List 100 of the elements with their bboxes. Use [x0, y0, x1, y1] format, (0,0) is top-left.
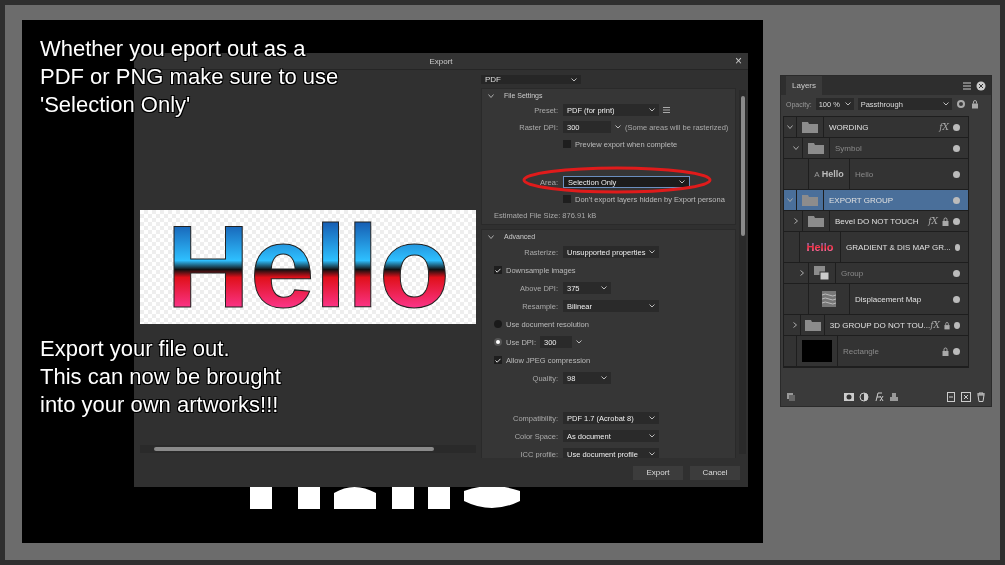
chevron-icon [649, 250, 655, 254]
folder-icon [804, 319, 821, 331]
chevron-icon [649, 416, 655, 420]
layer-row[interactable]: Displacement Map [784, 284, 968, 315]
visibility-dot[interactable] [953, 217, 960, 225]
layer-row[interactable]: A Hello Hello [784, 159, 968, 190]
mask-icon[interactable] [843, 392, 854, 402]
rectangle-thumbnail [802, 340, 832, 362]
visibility-dot[interactable] [953, 321, 960, 329]
checkbox[interactable] [494, 266, 502, 274]
caret-icon [787, 123, 793, 130]
settings-icon[interactable] [955, 99, 966, 109]
adjustment-icon[interactable] [858, 392, 869, 402]
chevron-icon [601, 286, 607, 290]
visibility-dot[interactable] [953, 347, 960, 355]
visibility-dot[interactable] [954, 243, 960, 251]
caret-icon [792, 321, 799, 328]
layer-row[interactable]: 3D GROUP DO NOT TOU...fX [784, 315, 968, 336]
expand-toggle[interactable] [787, 196, 793, 204]
layers-icon[interactable] [786, 392, 796, 402]
horizontal-scrollbar[interactable] [140, 445, 476, 453]
vertical-scrollbar[interactable] [739, 90, 746, 454]
dialog-title: Export [429, 56, 453, 66]
chevron-icon [844, 102, 851, 106]
thumbnail-text: Hello [821, 169, 844, 179]
radio-button[interactable] [494, 338, 502, 346]
group-icon [814, 266, 830, 280]
layer-name: Hello [854, 169, 875, 179]
layer-name: GRADIENT & DIS MAP GR... [845, 242, 951, 252]
checkmark-icon [495, 267, 501, 273]
expand-toggle[interactable] [799, 269, 805, 277]
folder-icon [808, 142, 824, 154]
chevron-icon [615, 125, 621, 129]
menu-icon[interactable] [663, 107, 670, 113]
expand-toggle[interactable] [793, 144, 799, 152]
effects-label: fX [930, 320, 940, 330]
effects-label: fX [939, 122, 949, 132]
lock-icon[interactable] [969, 99, 980, 109]
layer-name: EXPORT GROUP [828, 195, 895, 205]
layer-name: Bevel DO NOT TOUCH [834, 216, 920, 226]
preview-artwork: Hello [148, 215, 468, 319]
menu-icon[interactable] [962, 80, 972, 91]
layer-name: WORDING [828, 122, 870, 132]
checkbox[interactable] [563, 140, 571, 148]
caret-icon [799, 269, 805, 276]
caption-text: Whether you eport out as a PDF or PNG make sure to use 'Selection Only' [40, 35, 339, 119]
visibility-dot[interactable] [953, 144, 960, 152]
checkbox[interactable] [563, 195, 571, 203]
layer-row[interactable]: Hello GRADIENT & DIS MAP GR... [784, 232, 968, 263]
close-icon[interactable] [976, 80, 986, 91]
format-dropdown[interactable]: PDF [481, 75, 581, 84]
visibility-dot[interactable] [953, 170, 960, 178]
layer-row[interactable]: Group [784, 263, 968, 284]
layer-row[interactable]: EXPORT GROUP [784, 190, 968, 211]
visibility-dot[interactable] [953, 196, 960, 204]
expand-toggle[interactable] [792, 321, 799, 329]
caret-icon [787, 196, 793, 203]
caption-text: Export your file out. This can now be brought into your own artworks!!! [40, 335, 281, 419]
chevron-icon [649, 452, 655, 456]
expand-toggle[interactable] [793, 217, 799, 225]
layer-row[interactable]: Bevel DO NOT TOUCH fX [784, 211, 968, 232]
chevron-icon [649, 434, 655, 438]
expand-toggle[interactable] [787, 123, 793, 131]
group-icon[interactable] [961, 392, 971, 402]
cancel-button[interactable]: Cancel [690, 465, 740, 480]
panel-tab[interactable]: Layers [786, 76, 822, 95]
layer-name: Symbol [834, 143, 863, 153]
visibility-dot[interactable] [953, 269, 960, 277]
caret-icon [488, 92, 494, 99]
stamp-icon[interactable] [888, 392, 899, 402]
layer-name: 3D GROUP DO NOT TOU... [828, 320, 931, 330]
text-layer-glyph: A [814, 169, 820, 179]
wave-pattern-icon [822, 291, 836, 307]
caret-icon [793, 144, 799, 151]
effects-label: fX [928, 216, 938, 226]
layer-name: Group [840, 268, 865, 278]
trash-icon[interactable] [976, 392, 986, 402]
layer-name: Displacement Map [854, 294, 923, 304]
visibility-dot[interactable] [953, 295, 960, 303]
gradient-thumbnail: Hello [800, 240, 841, 254]
layer-row[interactable]: Symbol [784, 138, 968, 159]
caret-icon [488, 233, 494, 240]
folder-icon [802, 121, 818, 133]
add-layer-icon[interactable] [946, 392, 956, 402]
chevron-icon [649, 108, 655, 112]
folder-icon [808, 215, 824, 227]
effects-icon[interactable] [873, 392, 884, 402]
checkmark-icon [495, 357, 501, 363]
radio-button[interactable] [494, 320, 502, 328]
chevron-icon [576, 340, 582, 344]
chevron-icon [942, 102, 949, 106]
visibility-dot[interactable] [953, 123, 960, 131]
chevron-icon [601, 376, 607, 380]
layer-name: Rectangle [842, 346, 881, 356]
export-button[interactable]: Export [633, 465, 683, 480]
layer-row[interactable]: WORDING fX [784, 117, 968, 138]
close-button[interactable]: × [735, 55, 742, 67]
layer-row[interactable]: Rectangle [784, 336, 968, 367]
chevron-icon [571, 77, 577, 82]
checkbox[interactable] [494, 356, 502, 364]
